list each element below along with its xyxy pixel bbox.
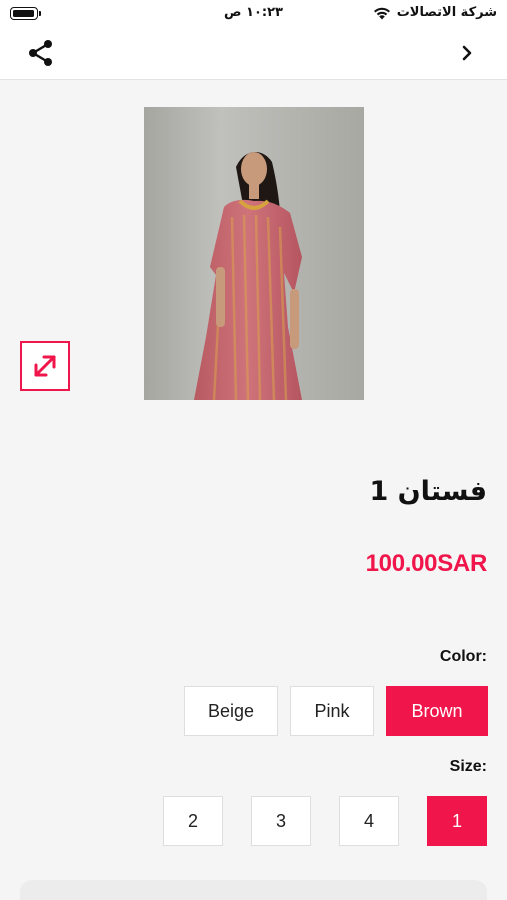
size-option-1[interactable]: 1 xyxy=(427,796,487,846)
size-option-4[interactable]: 4 xyxy=(339,796,399,846)
wifi-icon xyxy=(373,7,390,19)
color-option-brown[interactable]: Brown xyxy=(386,686,488,736)
color-option-pink[interactable]: Pink xyxy=(290,686,374,736)
chevron-right-icon[interactable] xyxy=(457,42,477,64)
size-option-2[interactable]: 2 xyxy=(163,796,223,846)
color-option-beige[interactable]: Beige xyxy=(184,686,278,736)
product-price: 100.00SAR xyxy=(365,550,488,577)
product-photo-illustration xyxy=(194,151,302,400)
size-label: Size: xyxy=(449,758,487,775)
expand-icon xyxy=(34,355,56,377)
share-icon[interactable] xyxy=(26,38,56,68)
status-bar: ١٠:٢٣ ص شركة الاتصالات xyxy=(0,0,507,28)
product-title: فستان 1 xyxy=(369,476,487,507)
carrier-name: شركة الاتصالات xyxy=(396,5,497,20)
color-label: Color: xyxy=(439,648,487,665)
product-image[interactable] xyxy=(144,107,364,400)
carrier-group: شركة الاتصالات xyxy=(373,5,497,20)
size-option-3[interactable]: 3 xyxy=(251,796,311,846)
expand-image-button[interactable] xyxy=(20,341,70,391)
nav-bar xyxy=(0,28,507,80)
bottom-card xyxy=(20,880,487,900)
